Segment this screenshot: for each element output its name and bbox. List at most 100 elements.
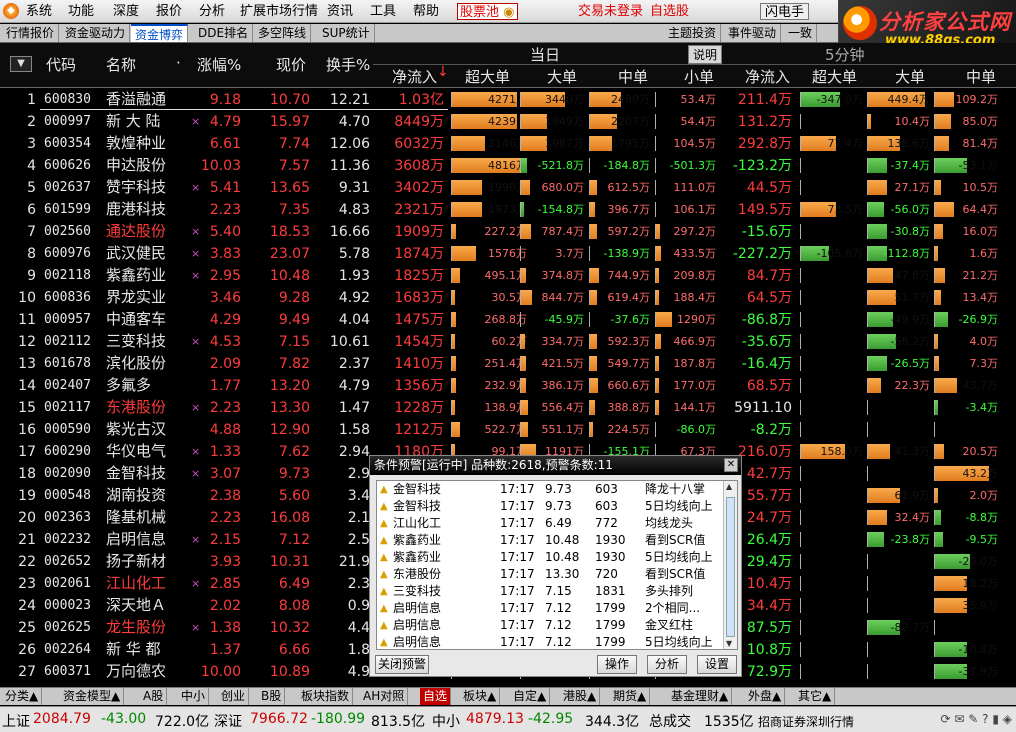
header-price[interactable]: 现价 [276, 54, 306, 75]
table-row[interactable]: 16 000590 紫光古汉 4.88 12.90 1.58 1212万 -8.2万 522.7… [0, 419, 1016, 441]
header-super-large-5m[interactable]: 超大单 [812, 66, 857, 87]
bottom-tab[interactable]: 资金模型▲ [60, 688, 125, 705]
header-net-inflow-5m[interactable]: 净流入 [745, 66, 790, 87]
menu-depth[interactable]: 深度 [113, 3, 139, 20]
alert-item[interactable]: ▲ 紫鑫药业 17:17 10.48 1930 5日均线向上 [377, 549, 723, 566]
bottom-tab[interactable]: AH对照 [360, 688, 409, 705]
flow-value: 268.8万 [484, 313, 528, 326]
header-large-5m[interactable]: 大单 [895, 66, 925, 87]
refresh-icon[interactable]: ⟳ [940, 712, 950, 726]
tab-event-drive[interactable]: 事件驱动 [724, 24, 782, 42]
header-change[interactable]: 涨幅% [197, 54, 241, 75]
tab-dde-rank[interactable]: DDE排名 [194, 24, 254, 42]
table-row[interactable]: 15 002117 东港股份 × 2.23 13.30 1.47 1228万 5911.10 13… [0, 397, 1016, 419]
menu-function[interactable]: 功能 [68, 3, 94, 20]
header-super-large[interactable]: 超大单 [465, 66, 510, 87]
explain-button[interactable]: 说明 [688, 45, 723, 64]
header-small[interactable]: 小单 [684, 66, 714, 87]
alert-item[interactable]: ▲ 紫鑫药业 17:17 10.48 1930 看到SCR值 [377, 532, 723, 549]
table-row[interactable]: 4 600626 申达股份 10.03 7.57 11.36 3608万 -123.2万 481… [0, 155, 1016, 177]
table-row[interactable]: 7 002560 通达股份 × 5.40 18.53 16.66 1909万 -15.6万 227… [0, 221, 1016, 243]
stock-pool-button[interactable]: 股票池 ◉ [457, 3, 518, 20]
bottom-tab[interactable]: 自定▲ [510, 688, 551, 705]
bottom-tab[interactable]: 其它▲ [795, 688, 836, 705]
bottom-tab[interactable]: 中小 [178, 688, 210, 705]
table-row[interactable]: 10 600836 界龙实业 3.46 9.28 4.92 1683万 64.5万 30.5万 8… [0, 287, 1016, 309]
menu-quote[interactable]: 报价 [156, 3, 182, 20]
bottom-tab[interactable]: 创业 [218, 688, 250, 705]
close-icon[interactable]: ✕ [724, 458, 738, 472]
header-medium-5m[interactable]: 中单 [966, 66, 996, 87]
bottom-tab[interactable]: 期货▲ [610, 688, 651, 705]
help-icon[interactable]: ? [982, 712, 988, 726]
tab-capital-game[interactable]: 资金博弈 [131, 24, 189, 42]
header-medium[interactable]: 中单 [618, 66, 648, 87]
column-menu-button[interactable]: ▼ [10, 56, 32, 72]
alert-scrollbar[interactable]: ▲ ▼ [723, 481, 737, 649]
flow-value: 64.4万 [962, 203, 999, 216]
menu-news[interactable]: 资讯 [327, 3, 353, 20]
tab-long-short[interactable]: 多空阵线 [254, 24, 312, 42]
alert-title-bar[interactable]: 条件预警[运行中] 品种数:2618,预警条数:11 ✕ [370, 456, 741, 475]
menu-extended-market[interactable]: 扩展市场行情 [240, 3, 318, 20]
mail-icon[interactable]: ✉ [954, 712, 964, 726]
table-row[interactable]: 6 601599 鹿港科技 2.23 7.35 4.83 2321万 149.5万 1973万 -… [0, 199, 1016, 221]
header-net-inflow[interactable]: 净流入 [392, 66, 437, 87]
turnover-pct: 3.4 [347, 488, 370, 504]
table-row[interactable]: 3 600354 敦煌种业 6.61 7.74 12.06 6032万 292.8万 2146万… [0, 133, 1016, 155]
alert-item[interactable]: ▲ 三变科技 17:17 7.15 1831 多头排列 [377, 583, 723, 600]
bottom-tab[interactable]: 自选 [420, 688, 452, 705]
header-large[interactable]: 大单 [547, 66, 577, 87]
table-row[interactable]: 12 002112 三变科技 × 4.53 7.15 10.61 1454万 -35.6万 60.… [0, 331, 1016, 353]
login-status[interactable]: 交易未登录 [578, 3, 643, 20]
table-row[interactable]: 13 601678 滨化股份 2.09 7.82 2.37 1410万 -16.4万 251.4… [0, 353, 1016, 375]
stock-name: 三变科技 [106, 332, 167, 350]
favorites-menu[interactable]: 自选股 [650, 3, 689, 20]
change-pct: 2.23 [209, 510, 241, 526]
tab-theme-invest[interactable]: 主题投资 [664, 24, 722, 42]
flash-trade-button[interactable]: 闪电手 [760, 3, 810, 20]
header-code[interactable]: 代码 [46, 54, 76, 75]
table-row[interactable]: 2 000997 新 大 陆 × 4.79 15.97 4.70 8449万 131.2万 423… [0, 111, 1016, 133]
table-row[interactable]: 11 000957 中通客车 4.29 9.49 4.04 1475万 -86.8万 268.8… [0, 309, 1016, 331]
alert-item[interactable]: ▲ 启明信息 17:17 7.12 1799 2个相同... [377, 600, 723, 617]
bottom-tab[interactable]: 板块▲ [460, 688, 501, 705]
alert-item[interactable]: ▲ 东港股份 17:17 13.30 720 看到SCR值 [377, 566, 723, 583]
bottom-tab[interactable]: 港股▲ [560, 688, 601, 705]
settings-button[interactable]: 设置 [697, 655, 737, 674]
operate-button[interactable]: 操作 [597, 655, 637, 674]
table-row[interactable]: 9 002118 紫鑫药业 × 2.95 10.48 1.93 1825万 84.7万 495.1… [0, 265, 1016, 287]
bottom-tab[interactable]: B股 [258, 688, 286, 705]
table-row[interactable]: 8 600976 武汉健民 × 3.83 23.07 5.78 1874万 -227.2万 157… [0, 243, 1016, 265]
chat-icon[interactable]: ✎ [968, 712, 978, 726]
bottom-tab[interactable]: 外盘▲ [745, 688, 786, 705]
tab-consensus[interactable]: 一致 [784, 24, 818, 42]
alert-item[interactable]: ▲ 金智科技 17:17 9.73 603 降龙十八掌 [377, 481, 723, 498]
tab-quotes[interactable]: 行情报价 [2, 24, 60, 42]
alert-item[interactable]: ▲ 江山化工 17:17 6.49 772 均线龙头 [377, 515, 723, 532]
bottom-tab[interactable]: 基金理财▲ [668, 688, 733, 705]
alert-item[interactable]: ▲ 启明信息 17:17 7.12 1799 金叉红柱 [377, 617, 723, 634]
table-row[interactable]: 5 002637 赞宇科技 × 5.41 13.65 9.31 3402万 44.5万 1998万… [0, 177, 1016, 199]
table-row[interactable]: 14 002407 多氟多 1.77 13.20 4.79 1356万 68.5万 232.9万… [0, 375, 1016, 397]
bottom-tab[interactable]: 分类▲ [2, 688, 43, 705]
alert-item[interactable]: ▲ 启明信息 17:17 7.12 1799 5日均线向上 [377, 634, 723, 649]
menu-help[interactable]: 帮助 [413, 3, 439, 20]
alert-item[interactable]: ▲ 金智科技 17:17 9.73 603 5日均线向上 [377, 498, 723, 515]
tab-sup-stats[interactable]: SUP统计 [318, 24, 375, 42]
bottom-tab[interactable]: 板块指数 [298, 688, 354, 705]
close-alert-button[interactable]: 关闭预警 [375, 655, 429, 674]
scroll-down-icon[interactable]: ▼ [726, 639, 732, 648]
menu-system[interactable]: 系统 [26, 3, 52, 20]
tab-capital-drive[interactable]: 资金驱动力 [61, 24, 131, 42]
alert-scroll-thumb[interactable] [726, 497, 735, 637]
menu-tools[interactable]: 工具 [370, 3, 396, 20]
analyze-button[interactable]: 分析 [647, 655, 687, 674]
table-row[interactable]: 1 600830 香溢融通 9.18 10.70 12.21 1.03亿 211.4万 4271… [0, 89, 1016, 111]
header-turnover[interactable]: 换手% [326, 54, 370, 75]
scroll-up-icon[interactable]: ▲ [726, 482, 732, 491]
menu-analysis[interactable]: 分析 [199, 3, 225, 20]
row-index: 20 [18, 510, 36, 526]
header-name[interactable]: 名称 [106, 54, 136, 75]
bottom-tab[interactable]: A股 [140, 688, 168, 705]
